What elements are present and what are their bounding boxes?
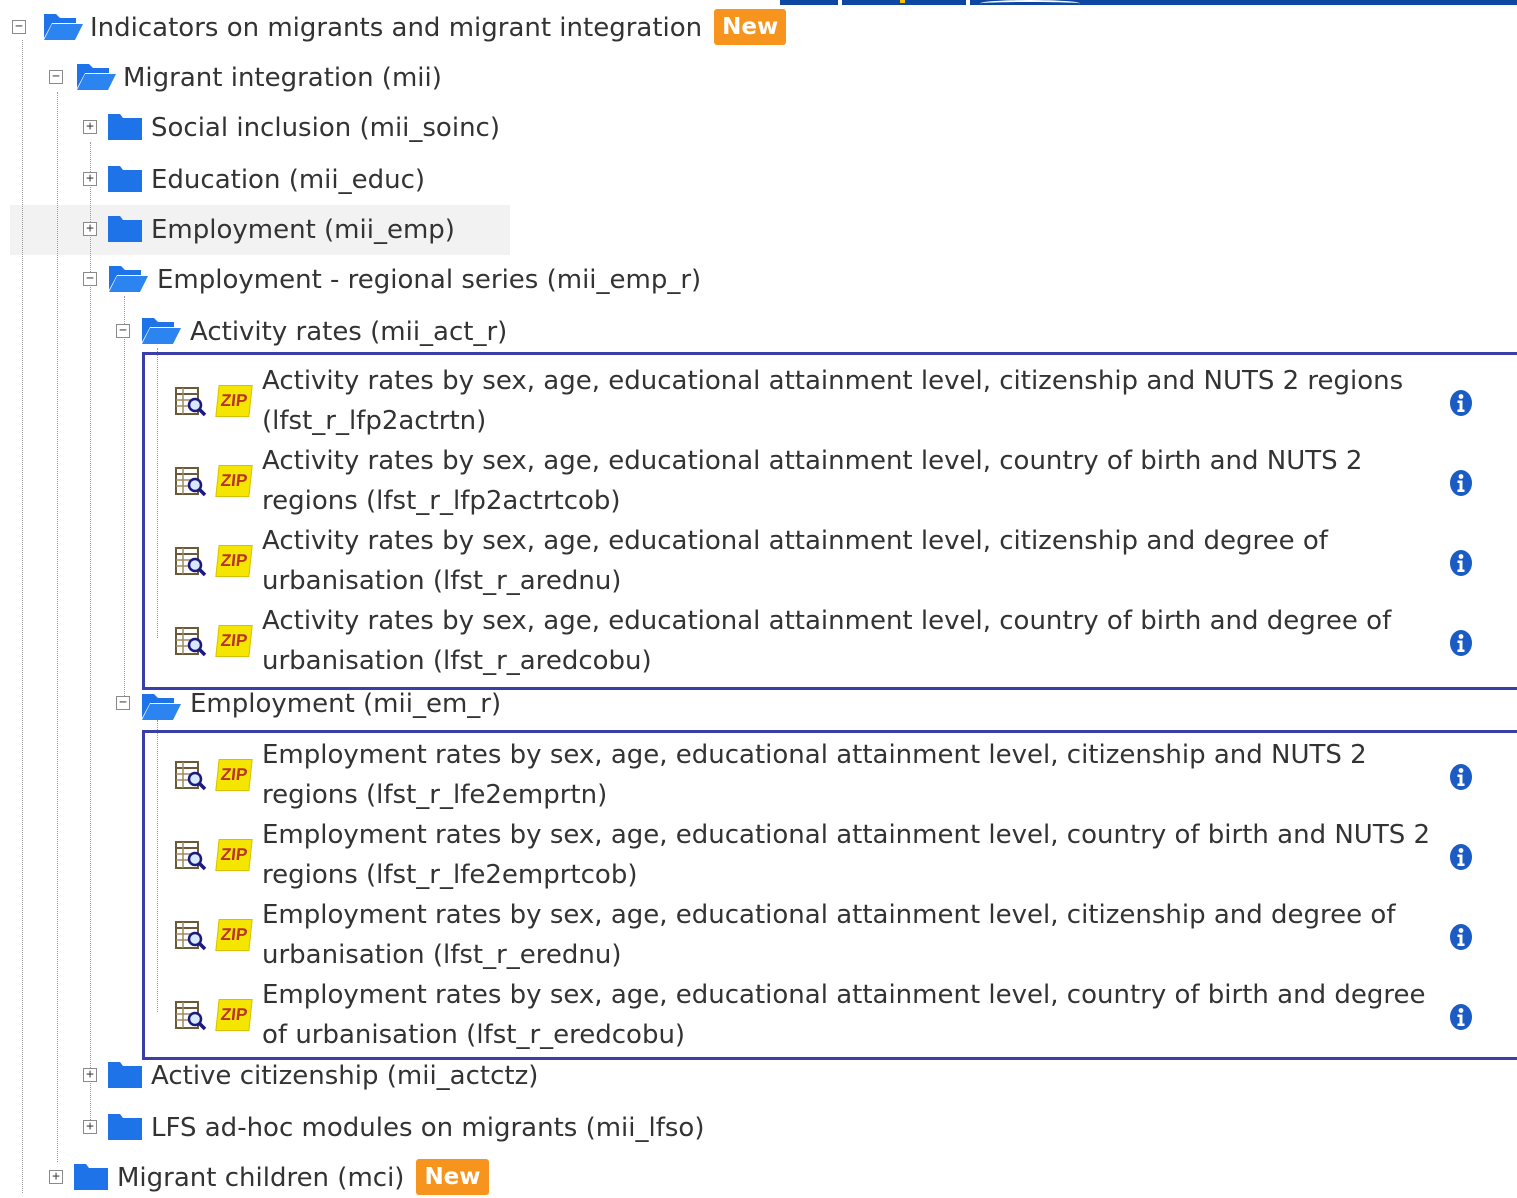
tree-node-employment-em-r[interactable]: − Employment (mii_em_r) <box>116 684 716 724</box>
tree-node-migrant-children[interactable]: + Migrant children (mci) New <box>49 1158 649 1198</box>
open-folder-icon <box>140 314 182 346</box>
dataset-title-link[interactable]: Activity rates by sex, age, educational … <box>262 601 1432 681</box>
dataset-title-link[interactable]: Activity rates by sex, age, educational … <box>262 521 1432 601</box>
expand-toggle-icon[interactable]: + <box>49 1170 63 1184</box>
table-search-icon[interactable] <box>175 921 207 955</box>
table-search-icon[interactable] <box>175 467 207 501</box>
dataset-row[interactable]: ZIP Activity rates by sex, age, educatio… <box>145 601 1517 681</box>
info-icon[interactable] <box>1449 389 1473 421</box>
tree-node-migrant-integration[interactable]: − Migrant integration (mii) <box>49 58 649 98</box>
open-folder-icon <box>75 60 117 92</box>
tree-node-label[interactable]: Employment - regional series (mii_emp_r) <box>157 264 701 296</box>
info-icon[interactable] <box>1449 549 1473 581</box>
dataset-title-link[interactable]: Employment rates by sex, age, educationa… <box>262 895 1432 975</box>
tree-node-education[interactable]: + Education (mii_educ) <box>83 160 683 200</box>
dataset-row[interactable]: ZIP Employment rates by sex, age, educat… <box>145 895 1517 975</box>
tree-node-label[interactable]: Active citizenship (mii_actctz) <box>151 1060 538 1092</box>
info-icon[interactable] <box>1449 629 1473 661</box>
open-folder-icon <box>107 262 149 294</box>
tree-node-root[interactable]: − Indicators on migrants and migrant int… <box>12 8 912 48</box>
open-folder-icon <box>140 690 182 722</box>
dataset-title-link[interactable]: Activity rates by sex, age, educational … <box>262 361 1432 441</box>
zip-icon[interactable]: ZIP <box>215 919 253 951</box>
table-search-icon[interactable] <box>175 547 207 581</box>
tree-line <box>57 92 58 1162</box>
closed-folder-icon <box>73 1160 109 1192</box>
info-icon[interactable] <box>1449 923 1473 955</box>
closed-folder-icon <box>107 162 143 194</box>
collapse-toggle-icon[interactable]: − <box>49 70 63 84</box>
dataset-row[interactable]: ZIP Employment rates by sex, age, educat… <box>145 815 1517 895</box>
dataset-row[interactable]: ZIP Employment rates by sex, age, educat… <box>145 735 1517 815</box>
tree-node-label[interactable]: LFS ad-hoc modules on migrants (mii_lfso… <box>151 1112 704 1144</box>
expand-toggle-icon[interactable]: + <box>83 1120 97 1134</box>
tree-node-label[interactable]: Indicators on migrants and migrant integ… <box>90 9 787 48</box>
info-icon[interactable] <box>1449 1003 1473 1035</box>
tree-line <box>124 296 125 700</box>
tree-node-label[interactable]: Migrant integration (mii) <box>123 62 442 94</box>
dataset-title-link[interactable]: Activity rates by sex, age, educational … <box>262 441 1432 521</box>
table-search-icon[interactable] <box>175 761 207 795</box>
expand-toggle-icon[interactable]: + <box>83 172 97 186</box>
dataset-title-link[interactable]: Employment rates by sex, age, educationa… <box>262 815 1432 895</box>
zip-icon[interactable]: ZIP <box>215 545 253 577</box>
new-badge: New <box>714 9 787 45</box>
expand-toggle-icon[interactable]: + <box>83 222 97 236</box>
zip-icon[interactable]: ZIP <box>215 625 253 657</box>
zip-icon[interactable]: ZIP <box>215 999 253 1031</box>
tree-node-label[interactable]: Employment (mii_em_r) <box>190 688 501 720</box>
closed-folder-icon <box>107 1110 143 1142</box>
dataset-row[interactable]: ZIP Activity rates by sex, age, educatio… <box>145 441 1517 521</box>
tree-node-lfs-adhoc[interactable]: + LFS ad-hoc modules on migrants (mii_lf… <box>83 1108 783 1148</box>
collapse-toggle-icon[interactable]: − <box>12 20 26 34</box>
dataset-row[interactable]: ZIP Employment rates by sex, age, educat… <box>145 975 1517 1055</box>
tree-line <box>22 40 23 1193</box>
open-folder-icon <box>42 10 84 42</box>
table-search-icon[interactable] <box>175 387 207 421</box>
dataset-row[interactable]: ZIP Activity rates by sex, age, educatio… <box>145 521 1517 601</box>
table-search-icon[interactable] <box>175 841 207 875</box>
activity-rates-dataset-group: ZIP Activity rates by sex, age, educatio… <box>142 352 1517 690</box>
tree-node-employment[interactable]: + Employment (mii_emp) <box>83 210 683 250</box>
collapse-toggle-icon[interactable]: − <box>116 324 130 338</box>
table-search-icon[interactable] <box>175 627 207 661</box>
zip-icon[interactable]: ZIP <box>215 465 253 497</box>
info-icon[interactable] <box>1449 763 1473 795</box>
employment-dataset-group: ZIP Employment rates by sex, age, educat… <box>142 730 1517 1060</box>
info-icon[interactable] <box>1449 469 1473 501</box>
dataset-title-link[interactable]: Employment rates by sex, age, educationa… <box>262 975 1432 1055</box>
closed-folder-icon <box>107 1058 143 1090</box>
expand-toggle-icon[interactable]: + <box>83 120 97 134</box>
tree-node-activity-rates[interactable]: − Activity rates (mii_act_r) <box>116 312 716 352</box>
new-badge: New <box>416 1159 489 1195</box>
tree-node-label[interactable]: Social inclusion (mii_soinc) <box>151 112 500 144</box>
tree-node-social-inclusion[interactable]: + Social inclusion (mii_soinc) <box>83 108 683 148</box>
table-search-icon[interactable] <box>175 1001 207 1035</box>
expand-toggle-icon[interactable]: + <box>83 1068 97 1082</box>
collapse-toggle-icon[interactable]: − <box>83 272 97 286</box>
collapse-toggle-icon[interactable]: − <box>116 696 130 710</box>
header-strip <box>780 0 1517 5</box>
tree-node-active-citizenship[interactable]: + Active citizenship (mii_actctz) <box>83 1056 683 1096</box>
tree-node-label[interactable]: Activity rates (mii_act_r) <box>190 316 507 348</box>
tree-node-employment-regional[interactable]: − Employment - regional series (mii_emp_… <box>83 260 783 300</box>
info-icon[interactable] <box>1449 843 1473 875</box>
dataset-title-link[interactable]: Employment rates by sex, age, educationa… <box>262 735 1432 815</box>
tree-node-label[interactable]: Employment (mii_emp) <box>151 214 455 246</box>
closed-folder-icon <box>107 110 143 142</box>
zip-icon[interactable]: ZIP <box>215 839 253 871</box>
zip-icon[interactable]: ZIP <box>215 759 253 791</box>
dataset-row[interactable]: ZIP Activity rates by sex, age, educatio… <box>145 361 1517 441</box>
tree-node-label[interactable]: Education (mii_educ) <box>151 164 425 196</box>
closed-folder-icon <box>107 212 143 244</box>
zip-icon[interactable]: ZIP <box>215 385 253 417</box>
